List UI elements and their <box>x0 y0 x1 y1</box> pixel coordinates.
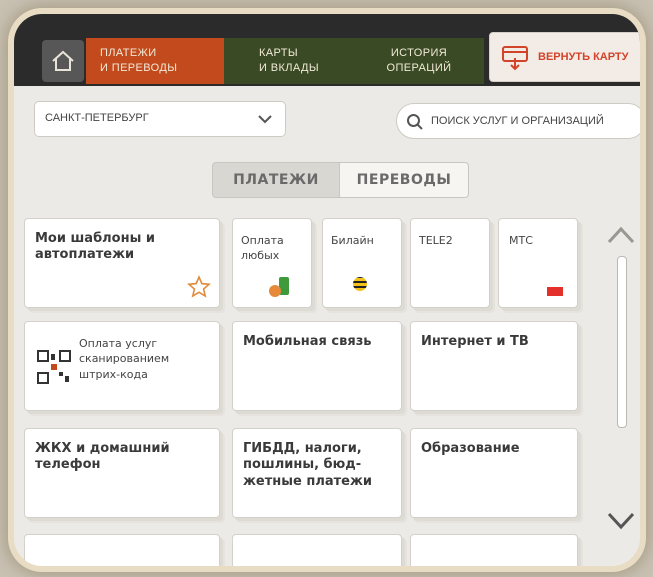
tab-payments[interactable]: ПЛАТЕЖИ И ПЕРЕВОДЫ <box>86 38 224 84</box>
tile-scan-pay-label: Оплата услуг сканированием штрих-кода <box>79 337 170 381</box>
scrollbar-track[interactable] <box>617 256 627 428</box>
tile-mts-label: МТС <box>509 234 533 247</box>
tile-internet-tv-label: Интернет и ТВ <box>421 334 529 349</box>
beeline-logo-icon <box>353 277 367 291</box>
top-navigation: ПЛАТЕЖИ И ПЕРЕВОДЫ КАРТЫ И ВКЛАДЫ ИСТОРИЯ О… <box>14 14 640 86</box>
chevron-down-icon <box>258 115 272 124</box>
tile-utilities-label: ЖКХ и домашний телефон <box>35 441 170 473</box>
tile-mobile-label: Мобильная связь <box>243 334 372 349</box>
tile-templates-label: Мои шаблоны и автоплатежи <box>35 231 155 263</box>
city-select[interactable]: САНКТ-ПЕТЕРБУРГ <box>34 101 286 137</box>
tab-cards[interactable]: КАРТЫ И ВКЛАДЫ <box>224 38 354 84</box>
tab-history-line1: ИСТОРИЯ <box>390 47 448 60</box>
tile-gibdd-label: ГИБДД, налоги, пошлины, бюд-жетные плате… <box>243 441 373 489</box>
tile-beeline[interactable]: Билайн <box>322 218 402 308</box>
tile-education[interactable]: Образование <box>410 428 578 518</box>
tile-row4-2[interactable] <box>232 534 402 566</box>
tile-mobile[interactable]: Мобильная связь <box>232 321 402 411</box>
tile-internet-tv[interactable]: Интернет и ТВ <box>410 321 578 411</box>
tile-education-label: Образование <box>421 441 520 456</box>
tile-pay-any[interactable]: Оплата любых <box>232 218 312 308</box>
tile-mts[interactable]: МТС <box>498 218 578 308</box>
scroll-down-button[interactable] <box>606 510 636 532</box>
tile-row4-1[interactable] <box>24 534 220 566</box>
tile-beeline-label: Билайн <box>331 234 374 247</box>
tab-payments-line2: И ПЕРЕВОДЫ <box>100 62 178 74</box>
tile-scan-pay[interactable]: Оплата услуг сканированием штрих-кода <box>24 321 220 411</box>
coin-icon <box>269 285 281 297</box>
card-return-icon <box>502 46 528 71</box>
qr-code-icon <box>37 350 71 384</box>
tile-pay-any-label: Оплата любых <box>241 234 284 263</box>
tile-utilities[interactable]: ЖКХ и домашний телефон <box>24 428 220 518</box>
search-icon <box>407 114 423 130</box>
tile-templates[interactable]: Мои шаблоны и автоплатежи <box>24 218 220 308</box>
segment-transfers-label: ПЕРЕВОДЫ <box>356 172 452 188</box>
star-icon <box>187 275 211 298</box>
tab-cards-line2: И ВКЛАДЫ <box>258 62 319 74</box>
tab-cards-line1: КАРТЫ <box>258 47 299 60</box>
tile-tele2-label: TELE2 <box>419 234 453 247</box>
scroll-up-button[interactable] <box>606 224 636 246</box>
segment-payments-label: ПЛАТЕЖИ <box>233 172 319 188</box>
return-card-label: ВЕРНУТЬ КАРТУ <box>538 51 629 63</box>
tile-row4-3[interactable] <box>410 534 578 566</box>
tab-payments-line1: ПЛАТЕЖИ <box>100 47 157 60</box>
segment-transfers[interactable]: ПЕРЕВОДЫ <box>339 162 469 198</box>
return-card-button[interactable]: ВЕРНУТЬ КАРТУ <box>489 32 640 82</box>
search-input[interactable]: ПОИСК УСЛУГ И ОРГАНИЗАЦИЙ <box>396 103 640 139</box>
tile-gibdd[interactable]: ГИБДД, налоги, пошлины, бюд-жетные плате… <box>232 428 402 518</box>
mts-logo-icon <box>547 287 563 296</box>
tile-tele2[interactable]: TELE2 <box>410 218 490 308</box>
search-placeholder: ПОИСК УСЛУГ И ОРГАНИЗАЦИЙ <box>431 115 604 127</box>
home-icon <box>52 50 74 71</box>
city-select-value: САНКТ-ПЕТЕРБУРГ <box>45 112 149 124</box>
tab-history[interactable]: ИСТОРИЯ ОПЕРАЦИЙ <box>354 38 484 84</box>
atm-screen: ПЛАТЕЖИ И ПЕРЕВОДЫ КАРТЫ И ВКЛАДЫ ИСТОРИЯ О… <box>14 14 640 566</box>
home-button[interactable] <box>42 40 84 82</box>
segment-payments[interactable]: ПЛАТЕЖИ <box>212 162 340 198</box>
tab-history-line2: ОПЕРАЦИЙ <box>386 62 452 74</box>
